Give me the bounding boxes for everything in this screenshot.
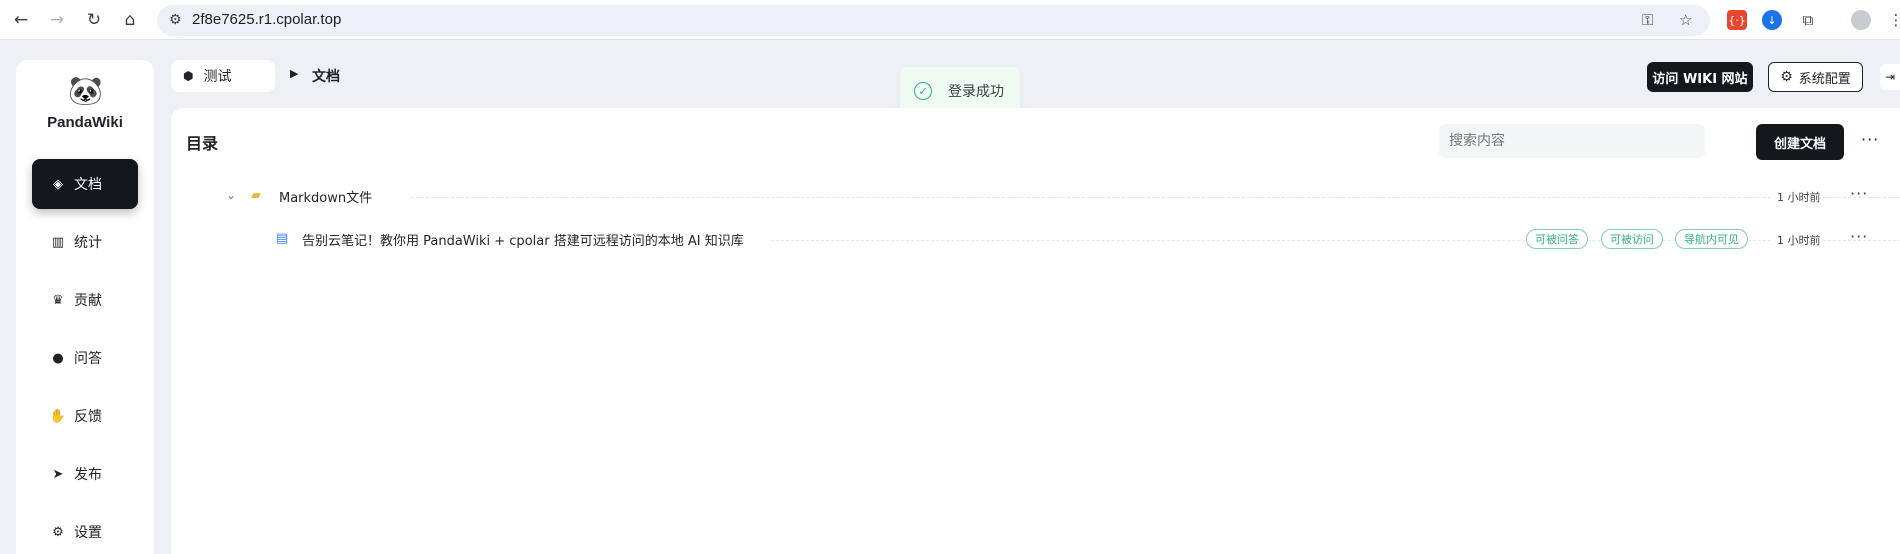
gear-icon: ⚙: [52, 524, 64, 540]
folder-name: Markdown文件: [279, 187, 381, 206]
sidebar-item-qa[interactable]: ● 问答: [32, 333, 138, 383]
browser-menu-icon[interactable]: ⋮: [1886, 10, 1900, 30]
home-button[interactable]: ⌂: [117, 8, 143, 32]
document-title: 告别云笔记！教你用 PandaWiki + cpolar 搭建可远程访问的本地 …: [302, 230, 752, 249]
system-config-button[interactable]: ⚙ 系统配置: [1768, 62, 1863, 92]
extension-icon[interactable]: {·}: [1727, 10, 1747, 30]
sidebar-item-contributions[interactable]: ♛ 贡献: [32, 275, 138, 325]
url-text: 2f8e7625.r1.cpolar.top: [192, 11, 342, 28]
sidebar-item-statistics[interactable]: ▥ 统计: [32, 217, 138, 267]
trophy-icon: ♛: [52, 292, 64, 308]
sidebar-item-label: 反馈: [74, 409, 102, 425]
bookmark-star-icon[interactable]: ☆: [1679, 11, 1692, 29]
logout-icon[interactable]: ⇥: [1880, 64, 1900, 90]
arrow-left-icon: ←: [13, 10, 29, 30]
sidebar-item-publish[interactable]: ➤ 发布: [32, 449, 138, 499]
sidebar-item-label: 统计: [74, 235, 102, 251]
gear-icon: ⚙: [1780, 69, 1793, 85]
updated-time: 1 小时前: [1771, 232, 1821, 248]
chevron-down-icon[interactable]: ⌄: [226, 188, 236, 202]
sidebar-item-label: 发布: [74, 467, 102, 483]
row-more-icon[interactable]: ···: [1850, 184, 1868, 203]
layers-icon: ◈: [53, 176, 63, 192]
reload-button[interactable]: ↻: [81, 8, 107, 32]
tag-accessible: 可被访问: [1601, 229, 1663, 249]
back-button[interactable]: ←: [8, 8, 34, 32]
arrow-right-icon: →: [49, 10, 65, 30]
sidebar-item-feedback[interactable]: ✋ 反馈: [32, 391, 138, 441]
system-config-label: 系统配置: [1798, 71, 1851, 87]
knowledge-base-selector[interactable]: ⬢ 测试: [171, 60, 275, 92]
breadcrumb-current: 文档: [312, 69, 340, 85]
more-options-icon[interactable]: ···: [1861, 130, 1879, 149]
row-divider: [411, 197, 1900, 198]
check-circle-icon: ✓: [914, 82, 932, 100]
panda-logo-icon: 🐼: [68, 74, 103, 107]
password-key-icon[interactable]: ⚿: [1642, 11, 1653, 29]
chat-icon: ●: [52, 350, 64, 366]
visit-wiki-button[interactable]: 访问 WIKI 网站: [1647, 62, 1753, 92]
brand-name: PandaWiki: [47, 114, 123, 131]
sidebar-item-label: 问答: [74, 351, 102, 367]
kb-name: 测试: [203, 69, 232, 85]
bar-chart-icon: ▥: [51, 234, 65, 250]
sidebar-item-label: 设置: [74, 525, 102, 541]
profile-avatar[interactable]: [1851, 10, 1871, 30]
sidebar-item-label: 文档: [74, 177, 102, 193]
toast-message: 登录成功: [948, 84, 1004, 100]
browser-toolbar: ← → ↻ ⌂ ⚙ 2f8e7625.r1.cpolar.top ⚿ ☆ {·}…: [0, 0, 1900, 40]
updated-time: 1 小时前: [1771, 189, 1821, 205]
tree-row-folder[interactable]: ⌄ ▰ Markdown文件 1 小时前 ···: [171, 179, 1900, 215]
tag-qa-enabled: 可被问答: [1526, 229, 1588, 249]
sidebar-item-settings[interactable]: ⚙ 设置: [32, 507, 138, 554]
forward-button[interactable]: →: [44, 8, 70, 32]
tree-row-document[interactable]: ▤ 告别云笔记！教你用 PandaWiki + cpolar 搭建可远程访问的本…: [171, 222, 1900, 258]
home-icon: ⌂: [124, 10, 136, 30]
sidebar-item-label: 贡献: [74, 293, 102, 309]
panel-title: 目录: [186, 134, 219, 153]
reload-icon: ↻: [86, 10, 102, 30]
site-settings-icon[interactable]: ⚙: [169, 12, 182, 28]
folder-open-icon: ▰: [251, 188, 261, 203]
document-icon: ▤: [276, 231, 289, 246]
document-panel: 目录 创建文档 ··· ⌄ ▰ Markdown文件 1 小时前 ··· ▤ 告…: [171, 108, 1900, 554]
search-input[interactable]: [1439, 124, 1705, 158]
tag-nav-visible: 导航内可见: [1675, 229, 1748, 249]
download-icon[interactable]: ↓: [1762, 10, 1782, 30]
sidebar: 🐼 PandaWiki ◈ 文档 ▥ 统计 ♛ 贡献 ● 问答 ✋ 反馈 ➤ 发…: [16, 60, 154, 554]
row-more-icon[interactable]: ···: [1850, 227, 1868, 246]
extensions-puzzle-icon[interactable]: ⧉: [1798, 10, 1818, 30]
hand-icon: ✋: [49, 408, 67, 424]
address-bar[interactable]: ⚙ 2f8e7625.r1.cpolar.top ⚿ ☆: [157, 5, 1710, 36]
create-document-button[interactable]: 创建文档: [1756, 124, 1844, 160]
chevron-right-icon: ▶: [290, 67, 299, 80]
send-icon: ➤: [52, 466, 64, 482]
sidebar-item-documents[interactable]: ◈ 文档: [32, 159, 138, 209]
cube-icon: ⬢: [183, 69, 194, 83]
